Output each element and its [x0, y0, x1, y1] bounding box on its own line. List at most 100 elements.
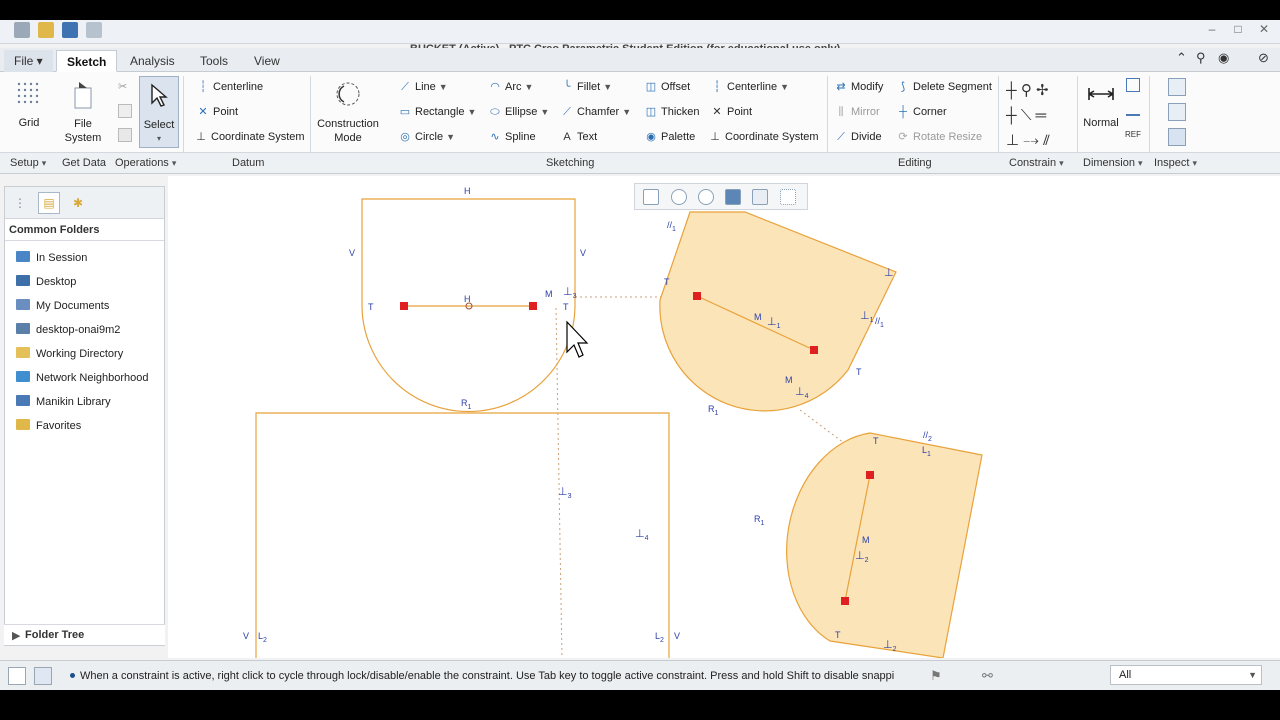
folder-tree-section[interactable]: ▶ Folder Tree [4, 624, 165, 645]
search-icon[interactable]: ⚲ [1196, 50, 1206, 66]
cut-icon[interactable]: ✂ [118, 80, 134, 96]
undo-icon[interactable] [86, 22, 102, 38]
tab-tools[interactable]: Tools [190, 50, 238, 72]
parallel-constraint-icon[interactable]: ⫽ [1043, 132, 1050, 149]
refit-icon[interactable] [643, 189, 659, 205]
group-dimension[interactable]: Dimension ▾ [1083, 157, 1143, 169]
folder-item[interactable]: My Documents [16, 297, 109, 315]
help-dropdown-icon[interactable]: ⊘ [1258, 50, 1269, 66]
navigator-toggle-icon[interactable] [8, 667, 26, 685]
zoom-out-icon[interactable] [698, 189, 714, 205]
open-file-icon[interactable] [38, 22, 54, 38]
datum-point-button[interactable]: ✕ Point [196, 103, 238, 121]
shade-closed-loops-icon[interactable] [1168, 128, 1186, 146]
folder-item[interactable]: Working Directory [16, 345, 123, 363]
datum-centerline-button[interactable]: ┆ Centerline [196, 78, 263, 96]
corner-button[interactable]: ┼ Corner [896, 103, 947, 121]
selection-filter-dropdown[interactable]: All ▼ [1110, 665, 1262, 685]
save-icon[interactable] [62, 22, 78, 38]
folder-browser-tab-icon[interactable]: ▤ [38, 192, 60, 214]
sketch-csys-button[interactable]: ⊥ Coordinate System [708, 128, 818, 146]
group-constrain[interactable]: Constrain ▾ [1009, 157, 1064, 169]
new-file-icon[interactable] [14, 22, 30, 38]
arc-button[interactable]: ◠ Arc ▼ [488, 78, 533, 96]
grid-button[interactable]: Grid [10, 78, 48, 129]
group-inspect[interactable]: Inspect ▾ [1154, 157, 1197, 169]
spline-button[interactable]: ∿ Spline [488, 128, 535, 146]
paste-icon[interactable] [118, 128, 132, 142]
collapse-ribbon-icon[interactable]: ⌃ [1176, 50, 1187, 66]
help-icon[interactable]: ◉ [1218, 50, 1229, 66]
repaint-icon[interactable] [725, 189, 741, 205]
coincident-constraint-icon[interactable]: ⟍ [1021, 107, 1032, 124]
thicken-button[interactable]: ◫ Thicken [644, 103, 700, 121]
sketch-centerline-button[interactable]: ┆ Centerline ▼ [710, 78, 789, 96]
reference-icon[interactable]: REF [1125, 130, 1141, 139]
group-setup[interactable]: Setup ▾ [10, 157, 46, 169]
file-system-button[interactable]: File System [62, 78, 104, 145]
sketcher-display-icon[interactable] [780, 189, 796, 205]
delete-segment-button[interactable]: ⟆ Delete Segment [896, 78, 992, 96]
circle-dropdown-icon[interactable]: ▼ [446, 132, 455, 142]
ellipse-dropdown-icon[interactable]: ▼ [540, 107, 549, 117]
vertical-constraint-icon[interactable]: ┼ [1006, 82, 1017, 99]
maximize-icon[interactable]: □ [1226, 22, 1250, 38]
sketch-drawing[interactable]: H V V T H M ⊥3 T R1 ⊥3 ⊥4 V L2 L2 V //1 … [168, 176, 1280, 659]
palette-button[interactable]: ◉ Palette [644, 128, 695, 146]
normal-dimension-button[interactable]: Normal [1080, 78, 1122, 129]
line-dropdown-icon[interactable]: ▼ [439, 82, 448, 92]
tab-file[interactable]: File ▾ [4, 50, 53, 72]
chamfer-button[interactable]: ⟋ Chamfer ▼ [560, 103, 631, 121]
favorites-tab-icon[interactable]: ✱ [67, 192, 89, 214]
rotate-resize-button[interactable]: ⟳ Rotate Resize [896, 128, 982, 146]
equal-constraint-icon[interactable]: ═ [1036, 107, 1047, 124]
tab-view[interactable]: View [244, 50, 290, 72]
circle-button[interactable]: ◎ Circle ▼ [398, 128, 455, 146]
group-get-data[interactable]: Get Data [62, 157, 106, 169]
flag-icon[interactable]: ⚑ [930, 668, 944, 684]
divide-button[interactable]: ⟋ Divide [834, 128, 881, 146]
text-button[interactable]: A Text [560, 128, 597, 146]
symmetric-constraint-icon[interactable]: ⤍ [1023, 132, 1039, 149]
folder-item[interactable]: Desktop [16, 273, 76, 291]
midpoint-constraint-icon[interactable]: ✢ [1036, 82, 1049, 99]
copy-icon[interactable] [118, 104, 132, 118]
folder-item[interactable]: Manikin Library [16, 393, 111, 411]
construction-mode-button[interactable]: Construction Mode [314, 78, 382, 145]
folder-item[interactable]: Favorites [16, 417, 81, 435]
close-icon[interactable]: ✕ [1252, 22, 1276, 38]
fillet-dropdown-icon[interactable]: ▼ [603, 82, 612, 92]
sketch-point-button[interactable]: ✕ Point [710, 103, 752, 121]
mirror-button[interactable]: ⫼ Mirror [834, 103, 879, 121]
browser-toggle-icon[interactable] [34, 667, 52, 685]
model-tree-tab-icon[interactable]: ⋮ [9, 192, 31, 214]
arc-dropdown-icon[interactable]: ▼ [525, 82, 534, 92]
chamfer-dropdown-icon[interactable]: ▼ [622, 107, 631, 117]
folder-item[interactable]: desktop-onai9m2 [16, 321, 120, 339]
group-operations[interactable]: Operations ▾ [115, 157, 176, 169]
centerline-dropdown-icon[interactable]: ▼ [780, 82, 789, 92]
folder-item[interactable]: Network Neighborhood [16, 369, 149, 387]
rectangle-dropdown-icon[interactable]: ▼ [468, 107, 477, 117]
minimize-icon[interactable]: – [1200, 22, 1224, 38]
horizontal-constraint-icon[interactable]: ┼ [1006, 107, 1017, 124]
baseline-icon[interactable] [1126, 108, 1140, 116]
folder-item[interactable]: In Session [16, 249, 87, 267]
tangent-constraint-icon[interactable]: ⚲ [1021, 82, 1032, 99]
modify-button[interactable]: ⇄ Modify [834, 78, 883, 96]
offset-button[interactable]: ◫ Offset [644, 78, 690, 96]
tab-sketch[interactable]: Sketch [56, 50, 118, 72]
zoom-in-icon[interactable] [671, 189, 687, 205]
overlapping-icon[interactable] [1168, 78, 1186, 96]
select-button[interactable]: Select ▾ [139, 76, 179, 148]
fillet-button[interactable]: ╰ Fillet ▼ [560, 78, 612, 96]
perpendicular-constraint-icon[interactable]: ⊥ [1006, 132, 1019, 149]
perimeter-icon[interactable] [1126, 78, 1140, 92]
rectangle-button[interactable]: ▭ Rectangle ▼ [398, 103, 477, 121]
datum-csys-button[interactable]: ⊥ Coordinate System [194, 128, 304, 146]
display-style-icon[interactable] [752, 189, 768, 205]
find-icon[interactable]: ⚯ [982, 668, 998, 684]
tab-analysis[interactable]: Analysis [120, 50, 185, 72]
sketch-canvas[interactable]: H V V T H M ⊥3 T R1 ⊥3 ⊥4 V L2 L2 V //1 … [168, 176, 1280, 659]
highlight-open-ends-icon[interactable] [1168, 103, 1186, 121]
